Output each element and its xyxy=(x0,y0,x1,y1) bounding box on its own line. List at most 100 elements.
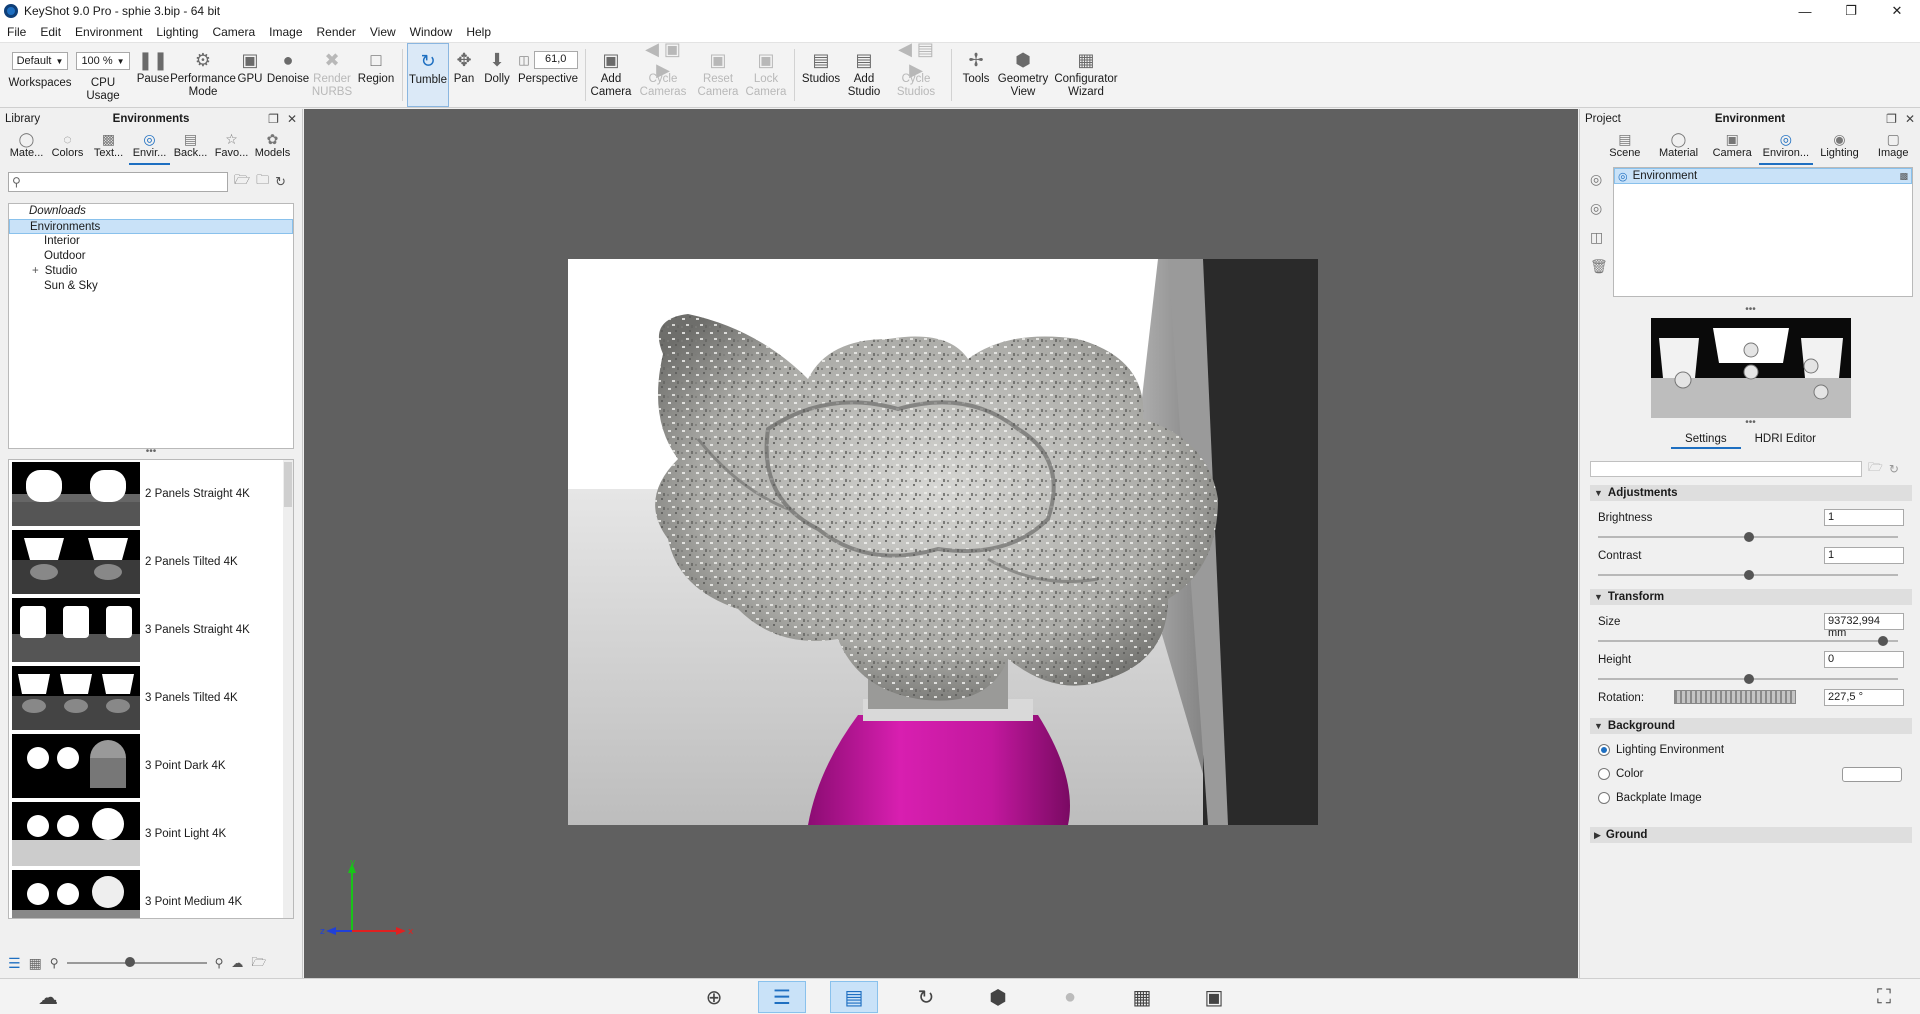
adjustments-section-header[interactable]: ▼ Adjustments xyxy=(1590,485,1912,501)
keyshotxr-cube-icon[interactable]: ⬢ xyxy=(974,981,1022,1013)
ground-section-header[interactable]: ▶ Ground xyxy=(1590,827,1912,843)
tab-environments[interactable]: ◎ Envir... xyxy=(129,129,170,165)
configurator-wizard-button[interactable]: ▦ Configurator Wizard xyxy=(1050,43,1122,107)
menu-lighting[interactable]: Lighting xyxy=(149,25,205,39)
menu-camera[interactable]: Camera xyxy=(205,25,262,39)
reload-icon[interactable]: ↻ xyxy=(1889,462,1899,476)
list-item[interactable]: 3 Point Light 4K xyxy=(9,800,293,868)
size-input[interactable]: 93732,994 mm xyxy=(1824,613,1904,639)
tab-hdri-editor[interactable]: HDRI Editor xyxy=(1741,431,1830,449)
menu-environment[interactable]: Environment xyxy=(68,25,149,39)
tab-models[interactable]: ✿ Models xyxy=(252,129,293,165)
close-icon[interactable]: ✕ xyxy=(1874,0,1920,22)
tree-item-environments[interactable]: Environments xyxy=(9,219,293,234)
background-section-header[interactable]: ▼ Background xyxy=(1590,718,1912,734)
menu-image[interactable]: Image xyxy=(262,25,309,39)
material-graph-icon[interactable]: ● xyxy=(1046,981,1094,1013)
list-item[interactable]: 3 Panels Straight 4K xyxy=(9,596,293,664)
grid-view-icon[interactable]: ▦ xyxy=(29,955,42,972)
tab-colors[interactable]: ◌ Colors xyxy=(47,129,88,165)
menu-render[interactable]: Render xyxy=(310,25,363,39)
import-icon[interactable]: ⊕ xyxy=(690,981,738,1013)
open-folder-icon[interactable]: 🗁 xyxy=(1868,458,1883,479)
list-item[interactable]: 2 Panels Tilted 4K xyxy=(9,528,293,596)
lock-icon[interactable]: ▩ xyxy=(1899,171,1908,182)
list-item[interactable]: 3 Point Medium 4K xyxy=(9,868,293,918)
menu-edit[interactable]: Edit xyxy=(33,25,68,39)
workspaces-button[interactable]: Default ▼ Workspaces xyxy=(8,43,72,107)
tab-settings[interactable]: Settings xyxy=(1671,431,1741,449)
render-nurbs-button[interactable]: ✖ Render NURBS xyxy=(310,43,354,107)
cycle-cameras-button[interactable]: ◀ ▣ ▶ Cycle Cameras xyxy=(632,39,694,107)
minimize-icon[interactable]: — xyxy=(1782,0,1828,22)
tree-item-outdoor[interactable]: Outdoor xyxy=(9,249,293,264)
transform-section-header[interactable]: ▼ Transform xyxy=(1590,589,1912,605)
denoise-button[interactable]: ● Denoise xyxy=(266,43,310,107)
add-camera-button[interactable]: ▣ Add Camera xyxy=(590,43,632,107)
restore-icon[interactable]: ❐ xyxy=(1828,0,1874,22)
tab-environment[interactable]: ◎ Environ... xyxy=(1759,129,1813,165)
menu-view[interactable]: View xyxy=(363,25,403,39)
scrollbar-thumb[interactable] xyxy=(284,462,292,507)
splitter-handle[interactable]: ••• xyxy=(1580,305,1920,317)
render-view[interactable] xyxy=(568,259,1318,825)
gpu-button[interactable]: ▣ GPU xyxy=(234,43,266,107)
tools-button[interactable]: ✢ Tools xyxy=(956,43,996,107)
hdri-preview[interactable] xyxy=(1651,318,1851,418)
field-of-view-input[interactable]: 61,0 xyxy=(533,51,578,69)
brightness-slider[interactable] xyxy=(1598,532,1898,542)
region-button[interactable]: □ Region xyxy=(354,43,398,107)
slider-knob[interactable] xyxy=(1744,570,1754,580)
tab-material[interactable]: ◯ Material xyxy=(1652,129,1706,165)
brightness-input[interactable]: 1 xyxy=(1824,509,1904,526)
trash-icon[interactable]: 🗑 xyxy=(1590,258,1608,275)
thumbnail-scrollbar[interactable] xyxy=(283,460,293,918)
refresh-icon[interactable]: ↻ xyxy=(275,174,286,190)
render-icon[interactable]: ▣ xyxy=(1190,981,1238,1013)
library-book-icon[interactable]: ☰ xyxy=(758,981,806,1013)
tumble-button[interactable]: ↻ Tumble xyxy=(407,43,449,107)
perspective-button[interactable]: ◫ 61,0 Perspective xyxy=(515,43,581,107)
add-studio-button[interactable]: ▤ Add Studio xyxy=(843,43,885,107)
tab-image[interactable]: ▢ Image xyxy=(1866,129,1920,165)
animation-icon[interactable]: ↻ xyxy=(902,981,950,1013)
pause-button[interactable]: ❚❚ Pause xyxy=(134,43,172,107)
studios-button[interactable]: ▤ Studios xyxy=(799,43,843,107)
slider-knob[interactable] xyxy=(1744,674,1754,684)
cloud-upload-icon[interactable]: ☁ xyxy=(231,956,243,970)
rotation-dial[interactable] xyxy=(1674,690,1796,704)
list-item[interactable]: 3 Point Dark 4K xyxy=(9,732,293,800)
menu-help[interactable]: Help xyxy=(459,25,498,39)
configurator-icon[interactable]: ▦ xyxy=(1118,981,1166,1013)
geometry-view-button[interactable]: ⬢ Geometry View xyxy=(996,43,1050,107)
hdri-file-path[interactable] xyxy=(1590,460,1862,477)
rotation-input[interactable]: 227,5 ° xyxy=(1824,689,1904,706)
menu-window[interactable]: Window xyxy=(403,25,460,39)
close-panel-icon[interactable]: ✕ xyxy=(1905,112,1915,126)
cycle-studios-button[interactable]: ◀ ▤ ▶ Cycle Studios xyxy=(885,39,947,107)
list-item[interactable]: 2 Panels Straight 4K xyxy=(9,460,293,528)
height-input[interactable]: 0 xyxy=(1824,651,1904,668)
cloud-library-icon[interactable]: ☁ xyxy=(24,981,72,1013)
splitter-handle[interactable]: ••• xyxy=(0,447,302,459)
size-slider[interactable] xyxy=(1598,636,1898,646)
cpu-usage-button[interactable]: 100 % ▼ CPU Usage xyxy=(72,43,134,107)
tab-materials[interactable]: ◯ Mate... xyxy=(6,129,47,165)
list-item[interactable]: ◎ Environment ▩ xyxy=(1614,168,1912,184)
cpu-usage-select[interactable]: 100 % ▼ xyxy=(76,52,130,70)
slider-knob[interactable] xyxy=(1744,532,1754,542)
reset-camera-button[interactable]: ▣ Reset Camera xyxy=(694,43,742,107)
workspace-select[interactable]: Default ▼ xyxy=(11,52,69,70)
copy-environment-icon[interactable]: ◫ xyxy=(1590,229,1608,246)
tree-item-studio[interactable]: Studio xyxy=(9,264,293,279)
list-item[interactable]: 3 Panels Tilted 4K xyxy=(9,664,293,732)
tree-item-sun-and-sky[interactable]: Sun & Sky xyxy=(9,279,293,294)
import-folder-icon[interactable]: 🗁 xyxy=(251,953,266,974)
contrast-input[interactable]: 1 xyxy=(1824,547,1904,564)
zoom-in-icon[interactable]: ⚲ xyxy=(215,956,224,970)
add-environment-icon[interactable]: ◎ xyxy=(1590,171,1608,188)
tab-camera[interactable]: ▣ Camera xyxy=(1705,129,1759,165)
library-search-input[interactable]: ⚲ xyxy=(8,172,228,192)
list-view-icon[interactable]: ☰ xyxy=(8,955,21,972)
float-panel-icon[interactable]: ❐ xyxy=(268,112,279,126)
